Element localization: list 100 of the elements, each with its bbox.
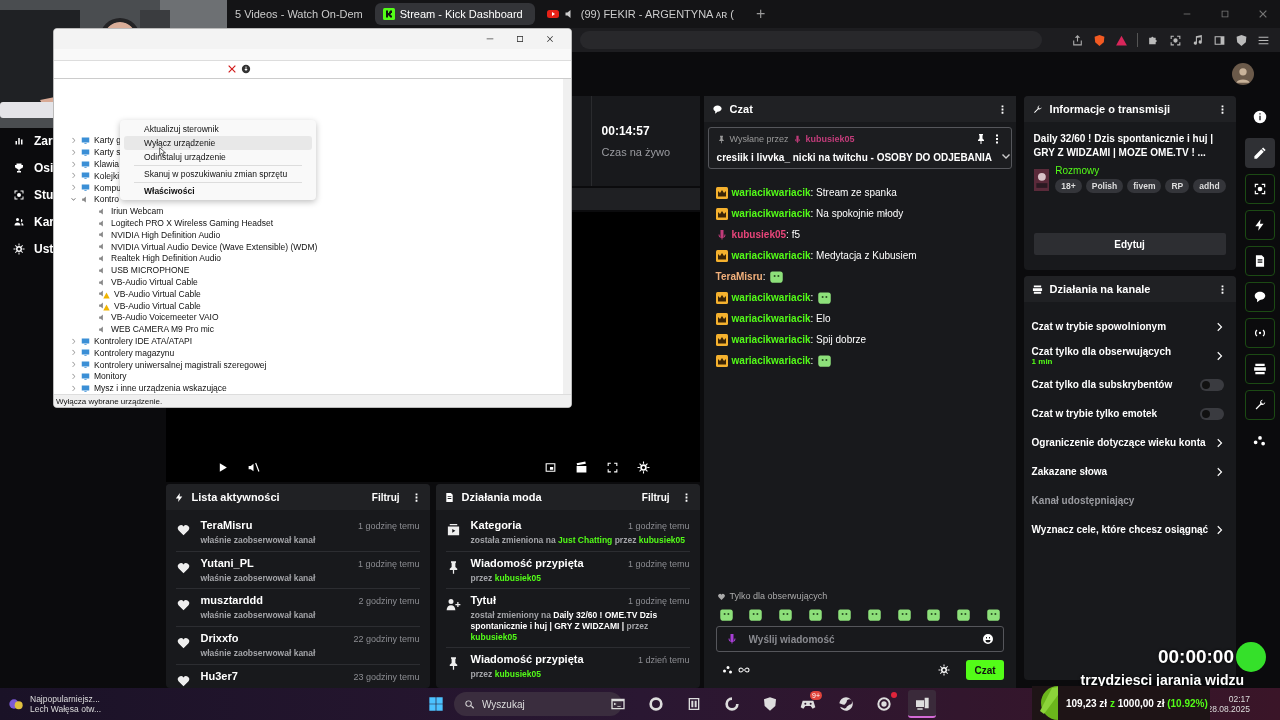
menu-item[interactable]: Aktualizuj sterownik <box>124 122 312 136</box>
emote-icon[interactable] <box>777 607 793 622</box>
dots-icon[interactable] <box>721 664 734 676</box>
device-item[interactable]: USB MICROPHONE <box>111 265 190 276</box>
settings-icon[interactable] <box>938 664 951 676</box>
clock-date[interactable]: 28.08.2025 <box>1207 704 1250 714</box>
tag[interactable]: 18+ <box>1055 179 1082 193</box>
weather-icon[interactable] <box>8 696 24 712</box>
menu-item[interactable]: Skanuj w poszukiwaniu zmian sprzętu <box>124 167 312 181</box>
side-panel-icon[interactable] <box>1213 33 1226 47</box>
device-item[interactable]: VB-Audio Virtual Cable <box>114 288 201 299</box>
device-category[interactable]: Kontrolery uniwersalnej magistrali szeregowej <box>94 359 267 370</box>
maximize-icon[interactable] <box>515 34 525 45</box>
device-category[interactable]: Klawia <box>94 159 120 170</box>
filter-button[interactable]: Filtruj <box>367 489 404 505</box>
menu-item[interactable]: Właściwości <box>124 184 312 198</box>
music-icon[interactable] <box>1191 33 1204 47</box>
tag[interactable]: RP <box>1165 179 1190 193</box>
emote-icon[interactable] <box>955 607 971 622</box>
emote-icon[interactable] <box>985 607 1001 622</box>
emote-icon[interactable] <box>837 607 853 622</box>
device-item[interactable]: Logitech PRO X Wireless Gaming Headset <box>111 218 274 229</box>
category-name[interactable]: Rozmowy <box>1055 165 1226 176</box>
sidebar-item[interactable]: Stu <box>0 186 54 204</box>
taskbar-app[interactable] <box>908 690 936 718</box>
toggle-switch[interactable] <box>1199 378 1224 391</box>
device-category[interactable]: Kontrolery IDE ATA/ATAPI <box>94 336 193 346</box>
windows-start-icon[interactable] <box>428 696 444 712</box>
sidebar-item[interactable]: Osi <box>0 159 54 177</box>
bolt-icon[interactable] <box>1244 210 1275 240</box>
device-category[interactable]: Kontrolery magazynu <box>94 347 175 358</box>
setting-label[interactable]: Czat tylko dla subskrybentów <box>1031 379 1173 390</box>
device-item[interactable]: VB-Audio Voicemeeter VAIO <box>111 312 219 323</box>
delete-icon[interactable] <box>227 64 237 75</box>
download-icon[interactable] <box>241 64 251 75</box>
browser-tab[interactable]: 5 Videos - Watch On-Dem <box>227 3 371 25</box>
setting-label[interactable]: Wyznacz cele, które chcesz osiągnąć <box>1031 524 1209 535</box>
settings-icon[interactable] <box>636 461 650 474</box>
menu-item[interactable]: Wyłącz urządzenie <box>124 136 312 150</box>
device-category[interactable]: Mysz i inne urządzenia wskazujące <box>94 383 227 394</box>
avatar[interactable] <box>1232 63 1254 85</box>
device-category[interactable]: Kompu <box>94 182 121 193</box>
send-button[interactable]: Czat <box>966 660 1004 680</box>
tag[interactable]: adhd <box>1193 179 1226 193</box>
emote-icon[interactable] <box>926 607 942 622</box>
emote-icon[interactable] <box>748 607 764 622</box>
setting-label[interactable]: Czat w trybie spowolnionym <box>1031 321 1167 332</box>
filter-button[interactable]: Filtruj <box>637 489 674 505</box>
device-category[interactable]: Karty g <box>94 135 121 146</box>
emote-icon[interactable] <box>718 607 734 622</box>
device-item[interactable]: VB-Audio Virtual Cable <box>114 300 201 311</box>
emoji-icon[interactable] <box>981 633 994 645</box>
layout-icon[interactable] <box>1244 354 1275 384</box>
capture-icon[interactable] <box>1244 174 1275 204</box>
capture-icon[interactable] <box>1169 33 1182 47</box>
doc-icon[interactable] <box>1244 246 1275 276</box>
clapper-icon[interactable] <box>574 461 588 474</box>
edit-button[interactable]: Edytuj <box>1033 233 1226 255</box>
sidebar-item[interactable]: Zar <box>0 132 53 150</box>
mute-icon[interactable] <box>246 461 260 474</box>
toggle-switch[interactable] <box>1199 407 1224 420</box>
setting-label[interactable]: Czat w trybie tylko emotek <box>1031 408 1158 419</box>
device-item[interactable]: NVIDIA High Definition Audio <box>111 229 221 240</box>
wrench-icon[interactable] <box>1244 390 1275 420</box>
device-category[interactable]: Kontro <box>94 194 120 205</box>
browser-tab[interactable]: Stream - Kick Dashboard <box>374 3 535 25</box>
device-item[interactable]: Realtek High Definition Audio <box>111 253 222 264</box>
setting-label[interactable]: Ograniczenie dotyczące wieku konta <box>1031 437 1206 448</box>
fullscreen-icon[interactable] <box>605 461 619 474</box>
broadcast-icon[interactable] <box>1244 318 1275 348</box>
shield-icon[interactable] <box>1235 33 1248 47</box>
device-item[interactable]: Iriun Webcam <box>111 206 164 217</box>
sidebar-item[interactable]: Ust <box>0 240 54 258</box>
device-category[interactable]: Monitory <box>94 371 127 382</box>
sidebar-item[interactable]: Kar <box>0 213 54 231</box>
clock-time[interactable]: 02:17 <box>1228 694 1250 704</box>
share-icon[interactable] <box>1071 33 1084 47</box>
news-headline[interactable]: Najpopularniejsz... <box>30 694 102 704</box>
emote-icon[interactable] <box>807 607 823 622</box>
lion-shield-icon[interactable] <box>1093 33 1106 47</box>
close-icon[interactable] <box>1258 9 1268 19</box>
close-icon[interactable] <box>545 34 555 45</box>
emote-icon[interactable] <box>896 607 912 622</box>
device-item[interactable]: NVIDIA Virtual Audio Device (Wave Extensible) (WDM) <box>111 241 318 252</box>
setting-label[interactable]: Czat tylko dla obserwujących <box>1031 345 1172 357</box>
message-input[interactable]: Wyślij wiadomość <box>715 626 1004 652</box>
emote-icon[interactable] <box>866 607 882 622</box>
setting-label[interactable]: Zakazane słowa <box>1031 466 1108 477</box>
menu-item[interactable]: Odinstaluj urządzenie <box>124 150 312 164</box>
device-category[interactable]: Karty s <box>94 147 121 158</box>
bubble-icon[interactable] <box>1244 282 1275 312</box>
new-tab-button[interactable]: + <box>746 5 776 23</box>
device-category[interactable]: Kolejki <box>94 170 120 181</box>
pip-icon[interactable] <box>543 461 557 474</box>
device-item[interactable]: WEB CAMERA M9 Pro mic <box>111 324 214 335</box>
device-item[interactable]: VB-Audio Virtual Cable <box>111 277 198 288</box>
search-field[interactable]: Wyszukaj <box>454 692 622 716</box>
triangle-icon[interactable] <box>1115 33 1128 47</box>
tag[interactable]: Polish <box>1085 179 1124 193</box>
browser-tab[interactable]: (99) FEKIR - ARGENTYNA ᴀʀ ( <box>538 3 742 25</box>
